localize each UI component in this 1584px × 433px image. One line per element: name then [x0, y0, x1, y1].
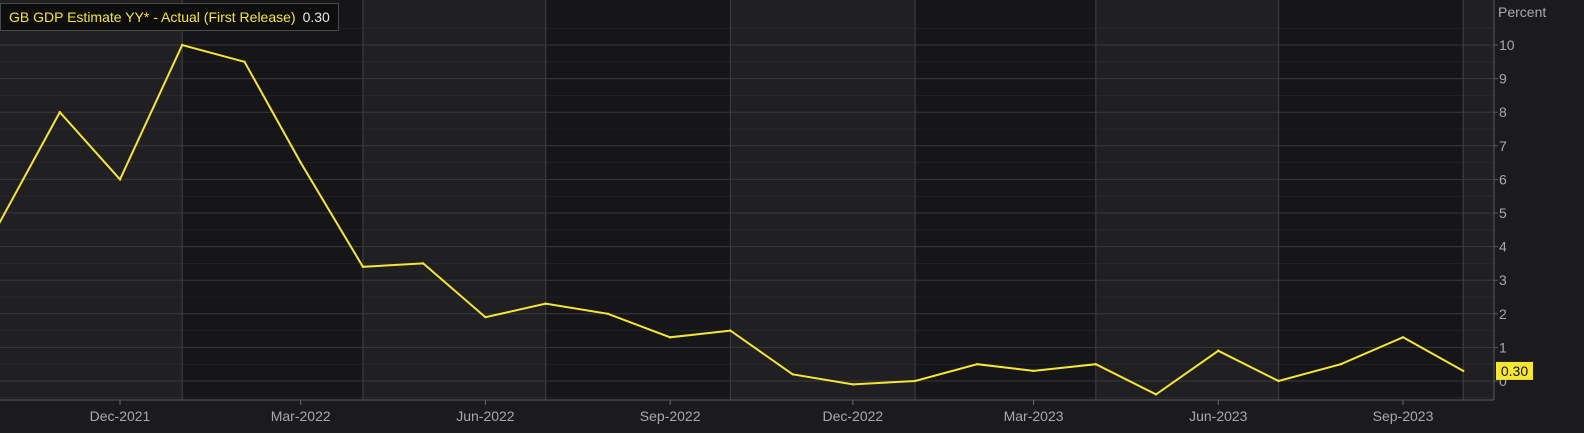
x-axis-ticks: Dec-2021 Mar-2022 Jun-2022 Sep-2022 Dec-2022…: [90, 400, 1434, 424]
y-tick-label: 10: [1499, 37, 1515, 53]
y-tick-label: 7: [1499, 138, 1507, 154]
data-point: [1217, 349, 1220, 352]
data-point: [976, 363, 979, 366]
plot-band: [0, 0, 183, 400]
data-point: [58, 111, 61, 114]
series-legend[interactable]: GB GDP Estimate YY* - Actual (First Rele…: [0, 3, 339, 31]
data-point: [1339, 363, 1342, 366]
data-point: [1401, 336, 1405, 339]
plot-band: [915, 0, 1096, 400]
data-point: [791, 373, 794, 376]
y-tick-label: 4: [1499, 239, 1507, 255]
data-point: [299, 161, 302, 164]
y-axis-ticks: 109876543210: [1494, 37, 1515, 389]
data-point: [668, 336, 672, 339]
data-point: [544, 302, 547, 305]
data-point: [606, 312, 610, 315]
data-point: [1277, 379, 1280, 383]
chart-svg: 109876543210 Dec-2021 Mar-2022 Jun-2022 Sep…: [0, 0, 1546, 424]
legend-series-label: GB GDP Estimate YY* - Actual (First Rele…: [9, 9, 296, 25]
data-point: [1154, 393, 1158, 396]
data-point: [729, 329, 732, 332]
data-point: [913, 379, 917, 383]
x-tick-label: Jun-2023: [1189, 408, 1248, 424]
x-tick-label: Sep-2023: [1373, 408, 1434, 424]
data-point: [484, 315, 487, 319]
plot-band: [1463, 0, 1494, 400]
data-point: [851, 383, 855, 386]
y-axis-unit-label: Percent: [1498, 4, 1546, 20]
plot-band: [1278, 0, 1464, 400]
y-tick-label: 5: [1499, 205, 1507, 221]
data-point: [1094, 363, 1098, 366]
plot-band: [545, 0, 731, 400]
y-tick-label: 1: [1499, 339, 1507, 355]
data-point: [1032, 369, 1035, 373]
chart-container: 10 9 8 7 6 5 4 3 2 1 0 Dec-2021 Mar-2022 Jun-2022 Sep…: [0, 0, 1584, 428]
x-tick-label: Dec-2022: [823, 408, 884, 424]
plot-band: [1095, 0, 1279, 400]
plot-band: [730, 0, 916, 400]
data-point: [361, 265, 365, 268]
y-tick-label: 9: [1499, 71, 1507, 87]
data-point: [421, 262, 425, 265]
x-tick-label: Jun-2022: [456, 408, 515, 424]
y-tick-label: 8: [1499, 104, 1507, 120]
x-tick-label: Mar-2023: [1004, 408, 1064, 424]
x-tick-label: Sep-2022: [640, 408, 701, 424]
plot-background-bands: [0, 0, 1494, 400]
data-point: [181, 43, 184, 47]
last-value-badge: 0.30: [1496, 361, 1533, 380]
x-tick-label: Dec-2021: [90, 408, 151, 424]
data-point: [1462, 369, 1465, 373]
y-tick-label: 3: [1499, 272, 1507, 288]
x-tick-label: Mar-2022: [271, 408, 331, 424]
last-value-badge-text: 0.30: [1501, 363, 1528, 379]
y-tick-label: 2: [1499, 306, 1507, 322]
data-point: [118, 178, 122, 181]
legend-last-value: 0.30: [302, 9, 330, 25]
y-tick-label: 6: [1499, 171, 1507, 187]
data-point: [243, 60, 246, 63]
plot-band: [362, 0, 546, 400]
plot-band: [182, 0, 363, 400]
